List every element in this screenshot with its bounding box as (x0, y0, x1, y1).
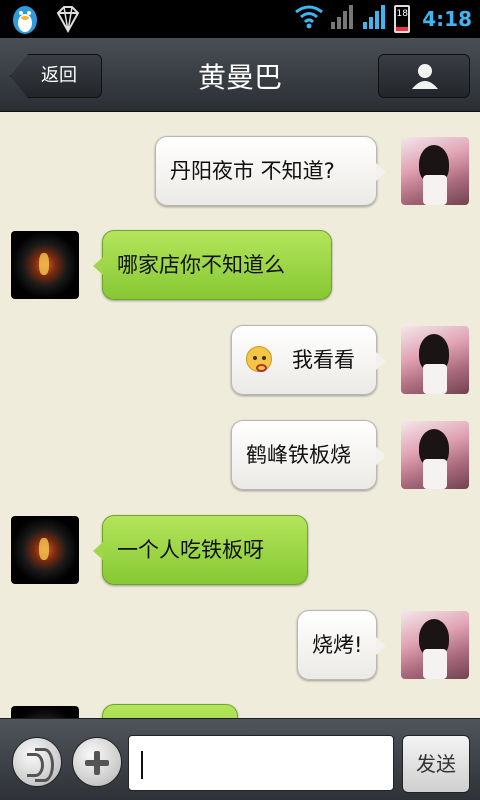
avatar-contact[interactable] (11, 231, 79, 299)
message-bubble-outgoing[interactable]: 丹阳夜市 不知道? (155, 136, 386, 206)
qq-penguin-icon (8, 3, 42, 39)
title-bar: 返回 黄曼巴 (0, 38, 480, 112)
avatar-contact[interactable] (11, 706, 79, 718)
avatar-self[interactable] (401, 326, 469, 394)
message-text: 鹤峰铁板烧 (246, 443, 351, 467)
diamond-icon (52, 3, 84, 39)
avatar-self[interactable] (401, 611, 469, 679)
message-text: 烧烤! (312, 633, 363, 657)
message-bubble-outgoing[interactable]: 鹤峰铁板烧 (231, 420, 386, 490)
message-bubble-incoming[interactable]: 哪家店你不知道么 (93, 230, 332, 300)
chat-area[interactable]: 丹阳夜市 不知道? 哪家店你不知道么 我看看 鹤峰铁板烧 一个人吃铁板呀 烧烤! (0, 112, 480, 718)
message-text: 我看看 (292, 348, 355, 372)
message-input[interactable] (128, 735, 394, 791)
avatar-contact[interactable] (11, 516, 79, 584)
plus-button[interactable] (72, 737, 122, 787)
status-bar: 18 4:18 (0, 0, 480, 38)
message-bubble-outgoing[interactable]: 烧烤! (297, 610, 386, 680)
wifi-icon (294, 4, 324, 34)
message-text: 哪家店你不知道么 (117, 253, 285, 277)
input-bar: 发送 (0, 718, 480, 800)
profile-button[interactable] (378, 54, 470, 98)
message-bubble-incoming[interactable] (102, 704, 238, 718)
avatar-self[interactable] (401, 421, 469, 489)
battery-fill (396, 26, 409, 31)
signal-icon (362, 4, 388, 34)
angry-face-emoji-icon (246, 346, 272, 372)
text-cursor (141, 750, 143, 779)
person-icon (412, 64, 438, 89)
battery-level: 18 (396, 9, 408, 19)
signal-icon (330, 4, 356, 34)
voice-button[interactable] (12, 737, 62, 787)
message-text: 一个人吃铁板呀 (117, 538, 264, 562)
send-button[interactable]: 发送 (402, 735, 470, 793)
avatar-self[interactable] (401, 137, 469, 205)
message-bubble-outgoing[interactable]: 我看看 (231, 325, 386, 395)
battery-icon: 18 (394, 5, 411, 33)
clock: 4:18 (422, 7, 472, 31)
message-text: 丹阳夜市 不知道? (170, 159, 335, 183)
message-bubble-incoming[interactable]: 一个人吃铁板呀 (93, 515, 308, 585)
